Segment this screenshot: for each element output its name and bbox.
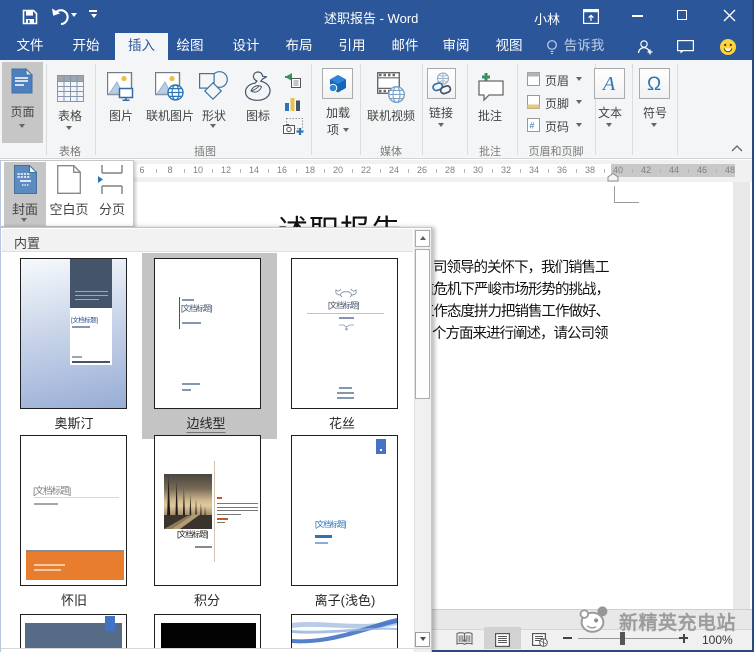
- svg-text:#: #: [530, 121, 535, 131]
